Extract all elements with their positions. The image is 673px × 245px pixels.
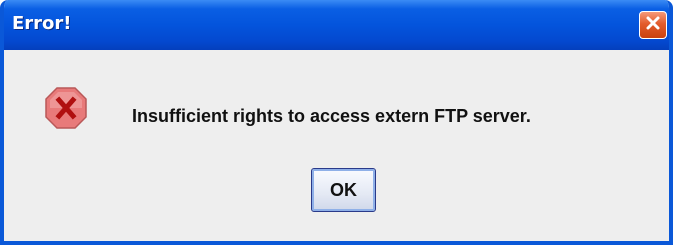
title-bar[interactable]: Error! <box>4 0 669 50</box>
dialog-title: Error! <box>12 13 72 34</box>
ok-button-label: OK <box>330 179 357 200</box>
close-button[interactable] <box>639 11 667 39</box>
ok-button[interactable]: OK <box>311 168 376 212</box>
close-icon <box>645 15 661 36</box>
error-icon <box>44 86 88 130</box>
dialog-content: Insufficient rights to access extern FTP… <box>4 50 669 241</box>
error-dialog: Error! Insufficient rights to access ext… <box>0 0 673 245</box>
error-message: Insufficient rights to access extern FTP… <box>132 106 531 126</box>
